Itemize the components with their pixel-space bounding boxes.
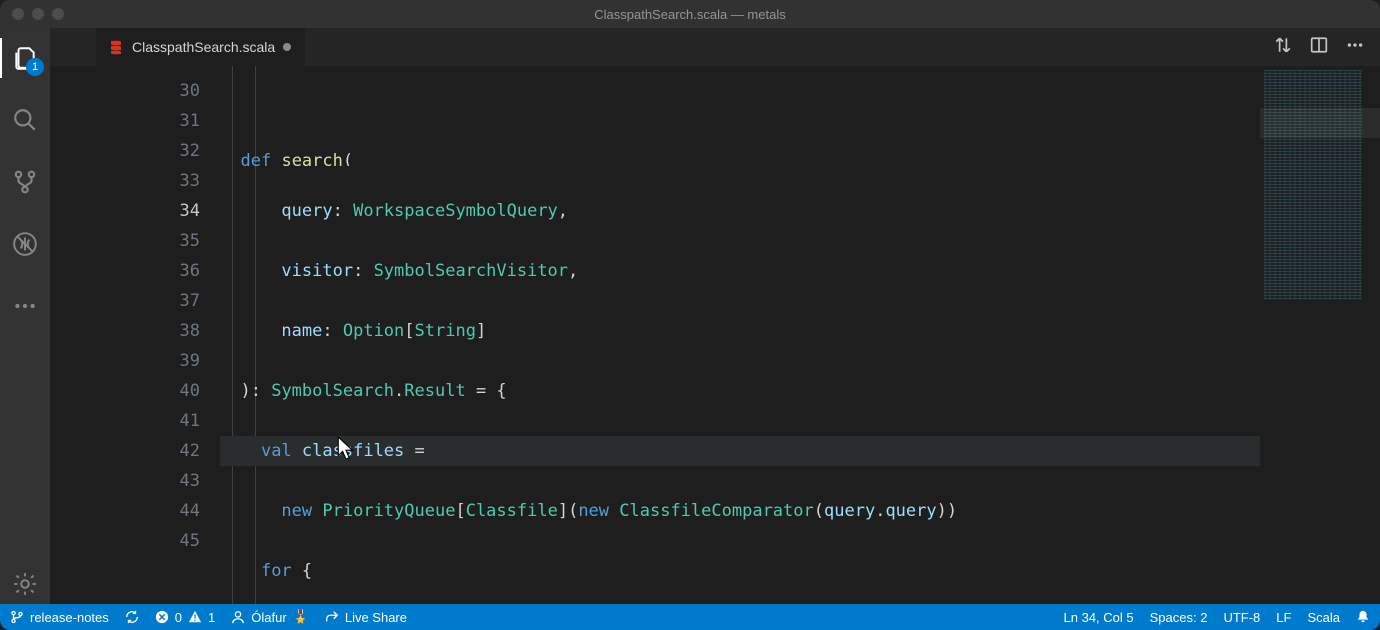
editor-body[interactable]: 30 31 32 33 34 35 36 37 38 39 40 41 42 4… xyxy=(50,66,1380,604)
gear-icon xyxy=(12,571,38,597)
error-icon xyxy=(155,610,169,624)
code-content[interactable]: def search( query: WorkspaceSymbolQuery,… xyxy=(220,66,1260,604)
editor-group: ClasspathSearch.scala 30 31 32 33 xyxy=(50,28,1380,604)
line-number-gutter: 30 31 32 33 34 35 36 37 38 39 40 41 42 4… xyxy=(50,66,220,604)
liveshare-icon xyxy=(325,610,339,624)
status-sync[interactable] xyxy=(125,610,139,624)
status-language[interactable]: Scala xyxy=(1307,610,1340,625)
medal-icon: 🎖️ xyxy=(293,609,309,625)
tab-dirty-indicator xyxy=(283,43,291,51)
status-cursor-position[interactable]: Ln 34, Col 5 xyxy=(1064,610,1134,625)
status-git-branch[interactable]: release-notes xyxy=(10,610,109,625)
status-indentation[interactable]: Spaces: 2 xyxy=(1150,610,1208,625)
debug-icon xyxy=(12,231,38,257)
debug-view-button[interactable] xyxy=(0,224,50,264)
bell-icon xyxy=(1356,610,1370,624)
tab-filename: ClasspathSearch.scala xyxy=(132,39,275,55)
status-liveshare[interactable]: Live Share xyxy=(325,610,407,625)
main-area: 1 xyxy=(0,28,1380,604)
warning-icon xyxy=(188,610,202,624)
titlebar: ClasspathSearch.scala — metals xyxy=(0,0,1380,28)
explorer-view-button[interactable]: 1 xyxy=(0,38,50,78)
status-eol[interactable]: LF xyxy=(1276,610,1291,625)
status-user[interactable]: Ólafur 🎖️ xyxy=(231,609,309,625)
window-controls xyxy=(12,8,64,20)
editor-actions xyxy=(1274,36,1380,59)
scala-file-icon xyxy=(108,39,124,55)
person-icon xyxy=(231,610,245,624)
minimap[interactable] xyxy=(1260,66,1380,604)
sync-icon xyxy=(125,610,139,624)
tabs-bar: ClasspathSearch.scala xyxy=(50,28,1380,66)
close-window-button[interactable] xyxy=(12,8,24,20)
status-problems[interactable]: 0 1 xyxy=(155,610,215,625)
status-notifications[interactable] xyxy=(1356,610,1370,624)
more-actions-button[interactable] xyxy=(1346,36,1364,59)
maximize-window-button[interactable] xyxy=(52,8,64,20)
vscode-window: ClasspathSearch.scala — metals 1 xyxy=(0,0,1380,630)
branch-icon xyxy=(10,610,24,624)
minimize-window-button[interactable] xyxy=(32,8,44,20)
status-bar: release-notes 0 1 Ólafur 🎖️ Live Share L… xyxy=(0,604,1380,630)
search-view-button[interactable] xyxy=(0,100,50,140)
activity-bar: 1 xyxy=(0,28,50,604)
split-editor-button[interactable] xyxy=(1310,36,1328,59)
ellipsis-icon xyxy=(12,293,38,319)
status-encoding[interactable]: UTF-8 xyxy=(1223,610,1260,625)
search-icon xyxy=(12,107,38,133)
window-title: ClasspathSearch.scala — metals xyxy=(0,7,1380,22)
source-control-view-button[interactable] xyxy=(0,162,50,202)
more-views-button[interactable] xyxy=(0,286,50,326)
source-control-icon xyxy=(12,169,38,195)
settings-button[interactable] xyxy=(0,564,50,604)
compare-changes-button[interactable] xyxy=(1274,36,1292,59)
explorer-badge: 1 xyxy=(26,58,44,76)
